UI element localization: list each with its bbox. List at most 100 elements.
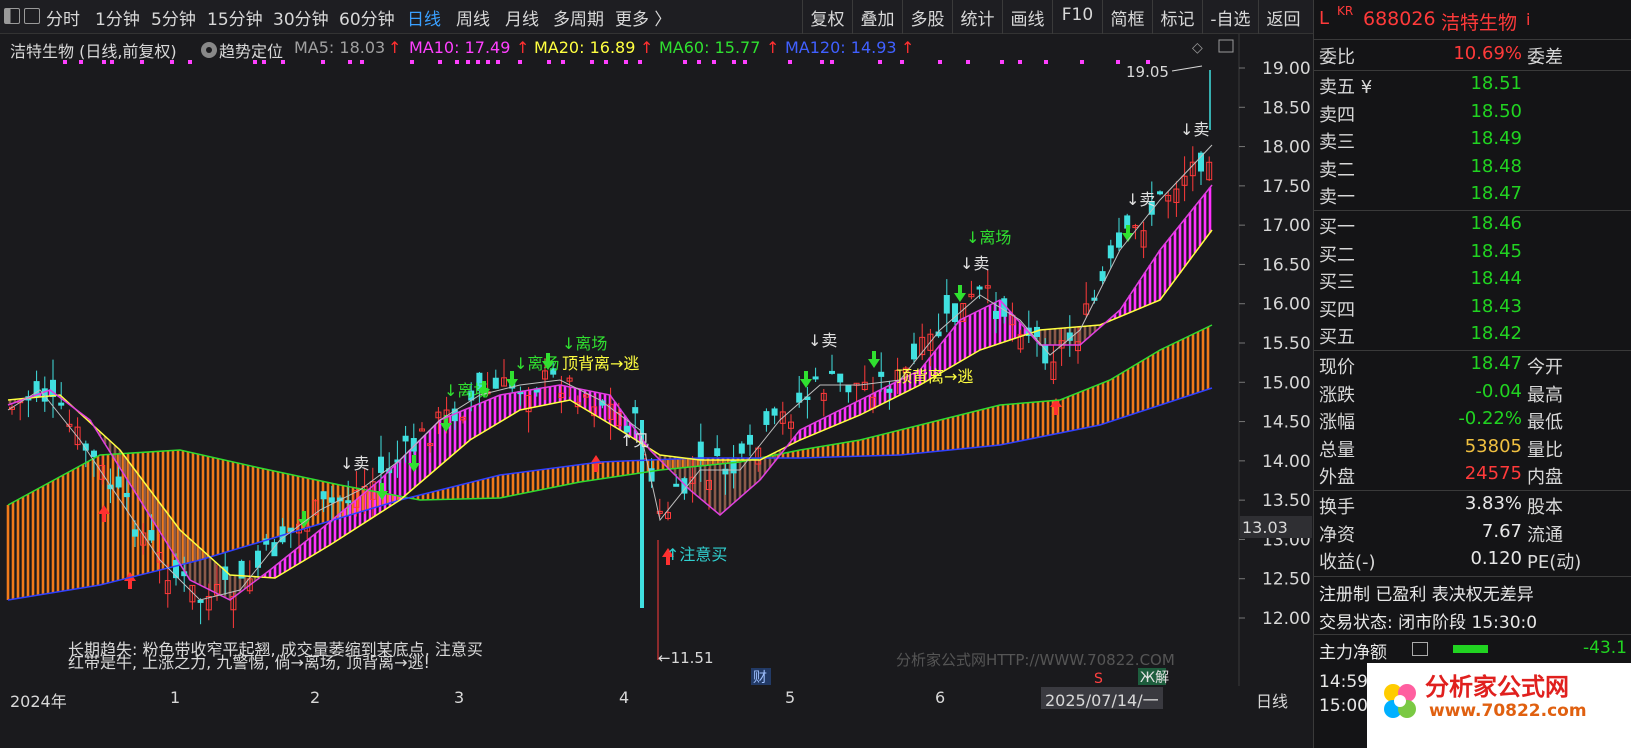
x-label: 5	[785, 688, 796, 707]
fund-item: 换手 3.83% 股本	[1314, 492, 1631, 519]
panel-toggle-icon[interactable]	[1218, 39, 1234, 53]
stock-name: 洁特生物	[1441, 12, 1518, 34]
signal-sell: ↓卖	[340, 454, 369, 473]
signal-dot	[466, 60, 470, 64]
finance-badge[interactable]: 财	[753, 670, 767, 686]
bid-level-value: 18.46	[1470, 213, 1522, 234]
signal-dot	[253, 60, 257, 64]
signal-dot	[262, 60, 266, 64]
candle-body	[943, 295, 950, 314]
diamond-icon[interactable]: ◇	[1192, 40, 1203, 56]
y-tick-label: 15.50	[1262, 334, 1311, 354]
signal-dot	[281, 60, 285, 64]
kline-chart[interactable]: 19.00 18.50 18.00 17.50 17.00 16.50 16.00 15.50…	[0, 0, 1313, 686]
fund-item-label2: 股本	[1527, 497, 1563, 518]
bid-level-value: 18.45	[1470, 240, 1522, 262]
quote-item-value: -0.22%	[1458, 408, 1522, 429]
high-pointer	[1171, 65, 1203, 72]
fund-item-label: 收益(-)	[1319, 552, 1376, 573]
legend-line2: 红带是牛, 上涨之力, 九警惕, 倘→离场, 顶背离→逃!	[68, 653, 430, 672]
y-tick-label: 16.50	[1262, 255, 1311, 275]
quote-item-label2: 量比	[1527, 439, 1563, 461]
signal-dot	[321, 60, 325, 64]
quote-item: 外盘 24575 内盘	[1314, 462, 1631, 489]
signal-dot	[697, 60, 701, 64]
signal-dot	[348, 60, 352, 64]
candle-body	[1198, 152, 1204, 172]
fund-item: 净资 7.67 流通	[1314, 520, 1631, 547]
fund-item-value: 0.120	[1470, 548, 1522, 569]
y-axis-ticks: 19.00 18.50 18.00 17.50 17.00 16.50 16.00 15.50…	[1239, 59, 1311, 629]
watermark: 分析家公式网HTTP://WWW.70822.COM	[896, 651, 1175, 669]
ask-level: 卖五 ¥ 18.51	[1314, 72, 1631, 99]
candle-body	[320, 491, 327, 500]
signal-down-arrow	[800, 371, 812, 388]
signal-dot	[830, 60, 834, 64]
y-tick-label: 12.50	[1262, 570, 1311, 590]
signal-dot	[170, 60, 174, 64]
x-label: 4	[619, 688, 630, 707]
stock-tags: 注册制 已盈利 表决权无差异	[1319, 585, 1534, 605]
candle-body	[1099, 271, 1106, 282]
bid-level: 买二 18.45	[1314, 240, 1631, 267]
x-label: 2024年	[10, 692, 67, 711]
signal-dot	[624, 60, 628, 64]
bid-level-label: 买五	[1319, 327, 1355, 348]
info-icon[interactable]: i	[1526, 10, 1530, 29]
signal-dot	[1116, 60, 1120, 64]
weicha-label: 委差	[1527, 47, 1563, 68]
y-tick-label: 13.50	[1262, 491, 1311, 511]
signal-dot	[79, 60, 83, 64]
signal-watch-buy: ↑注意买	[666, 545, 727, 564]
quote-item-label2: 最低	[1527, 412, 1563, 433]
weibi-row: 委比 10.69% 委差	[1314, 42, 1631, 69]
signal-dot	[683, 60, 687, 64]
signal-dot	[140, 60, 144, 64]
ask-level-label: 卖一	[1319, 187, 1355, 208]
signal-dot	[878, 60, 882, 64]
main-flow-bar	[1453, 645, 1488, 653]
main-flow-label: 主力净额	[1319, 643, 1387, 663]
signal-dot	[63, 60, 67, 64]
candle-body	[878, 371, 885, 377]
signal-exit: ↓离场	[562, 334, 607, 353]
bid-level-label: 买四	[1319, 299, 1355, 321]
candle-body	[1107, 245, 1114, 259]
candle-body	[632, 407, 639, 414]
fund-item-label2: 流通	[1527, 524, 1563, 546]
signal-exit: ↓离场	[444, 381, 489, 400]
fund-item-label2: PE(动)	[1527, 552, 1582, 573]
candle-body	[91, 450, 97, 458]
signal-dot	[102, 60, 106, 64]
time-1: 14:59	[1319, 672, 1368, 692]
bid-level: 买五 18.42	[1314, 322, 1631, 349]
y-tick-label: 18.00	[1262, 138, 1311, 158]
fund-item: 收益(-) 0.120 PE(动)	[1314, 547, 1631, 574]
candle-body	[845, 384, 852, 393]
signal-sell: ↓卖	[1180, 120, 1209, 139]
candle-body	[993, 310, 999, 319]
s-badge[interactable]: S	[1094, 671, 1103, 686]
ask-level-value: 18.50	[1470, 100, 1522, 122]
unlock-badge[interactable]: Ж解	[1140, 670, 1169, 686]
candle-body	[1157, 191, 1163, 195]
signal-dot	[1044, 60, 1048, 64]
candle-body	[402, 435, 409, 442]
candle-body	[328, 497, 335, 503]
signal-dot	[1000, 60, 1004, 64]
quote-item-value: -0.04	[1475, 380, 1522, 402]
ask-level-label: 卖二	[1319, 159, 1355, 181]
candle-body	[173, 560, 179, 579]
candle-body	[763, 411, 770, 425]
quote-item: 现价 18.47 今开	[1314, 352, 1631, 379]
candle-body	[58, 402, 65, 406]
candle-body	[378, 456, 384, 473]
high-label: 19.05	[1126, 63, 1169, 81]
quote-item: 涨跌 -0.04 最高	[1314, 380, 1631, 407]
ask-level-value: 18.51	[1470, 73, 1522, 94]
list-icon[interactable]	[1412, 642, 1428, 656]
candle-body	[796, 392, 803, 403]
y-tick-label: 12.00	[1262, 609, 1311, 629]
time-2: 15:00	[1319, 696, 1368, 716]
bid-level-label: 买一	[1319, 217, 1355, 238]
